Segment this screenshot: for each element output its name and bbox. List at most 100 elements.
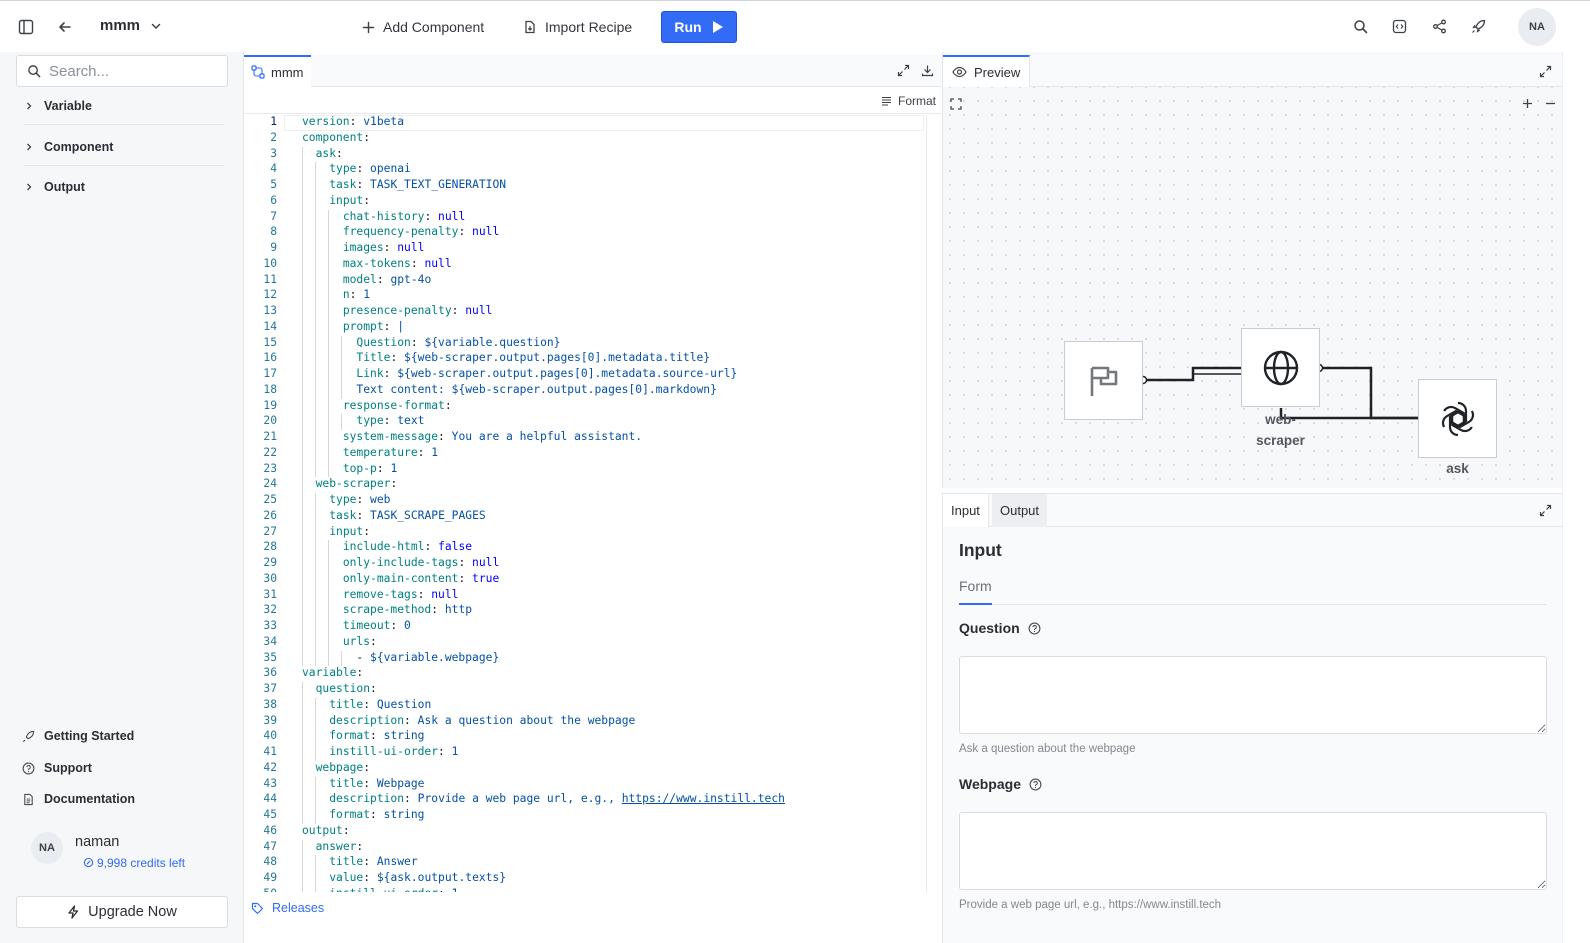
line-number: 27 bbox=[263, 524, 277, 538]
code-line[interactable]: 23 top-p: 1 bbox=[244, 462, 926, 478]
code-line[interactable]: 39 description: Ask a question about the… bbox=[244, 714, 926, 730]
back-arrow-icon[interactable] bbox=[57, 19, 73, 35]
code-line[interactable]: 6 input: bbox=[244, 194, 926, 210]
code-line[interactable]: 49 value: ${ask.output.texts} bbox=[244, 871, 926, 887]
code-line[interactable]: 4 type: openai bbox=[244, 162, 926, 178]
line-number: 11 bbox=[263, 272, 277, 286]
code-line[interactable]: 27 input: bbox=[244, 525, 926, 541]
form-subtab[interactable]: Form bbox=[959, 578, 992, 594]
indent-guide bbox=[315, 335, 317, 352]
search-input[interactable] bbox=[49, 62, 209, 80]
search-icon[interactable] bbox=[1353, 19, 1368, 34]
releases-link[interactable]: Releases bbox=[251, 901, 324, 915]
share-icon[interactable] bbox=[1432, 19, 1447, 34]
code-line[interactable]: 46 output: bbox=[244, 824, 926, 840]
code-line[interactable]: 43 title: Webpage bbox=[244, 777, 926, 793]
deploy-rocket-icon[interactable] bbox=[1471, 19, 1486, 34]
code-line[interactable]: 15 Question: ${variable.question} bbox=[244, 336, 926, 352]
code-line[interactable]: 30 only-main-content: true bbox=[244, 572, 926, 588]
expand-icon[interactable] bbox=[897, 64, 910, 77]
pipeline-selector[interactable]: mmm bbox=[100, 17, 162, 34]
sidebar-section-component[interactable]: Component bbox=[24, 128, 224, 166]
getting-started-link[interactable]: Getting Started bbox=[22, 729, 134, 743]
code-line[interactable]: 40 format: string bbox=[244, 729, 926, 745]
user-avatar[interactable]: NA bbox=[1518, 8, 1556, 46]
help-circle-icon[interactable] bbox=[1029, 778, 1042, 791]
code-line[interactable]: 38 title: Question bbox=[244, 698, 926, 714]
editor-tab-mmm[interactable]: mmm bbox=[244, 55, 311, 87]
upgrade-now-button[interactable]: Upgrade Now bbox=[16, 896, 228, 928]
code-line[interactable]: 33 timeout: 0 bbox=[244, 619, 926, 635]
run-button[interactable]: Run bbox=[661, 11, 737, 43]
sidebar-section-output[interactable]: Output bbox=[24, 168, 224, 206]
code-line[interactable]: 10 max-tokens: null bbox=[244, 257, 926, 273]
code-line[interactable]: 3 ask: bbox=[244, 147, 926, 163]
code-line[interactable]: 5 task: TASK_TEXT_GENERATION bbox=[244, 178, 926, 194]
code-line[interactable]: 34 urls: bbox=[244, 635, 926, 651]
webpage-textarea[interactable] bbox=[959, 812, 1547, 890]
code-line[interactable]: 2 component: bbox=[244, 131, 926, 147]
code-line[interactable]: 41 instill-ui-order: 1 bbox=[244, 745, 926, 761]
code-line[interactable]: 24 web-scraper: bbox=[244, 477, 926, 493]
expand-icon[interactable] bbox=[1539, 504, 1552, 517]
tab-output[interactable]: Output bbox=[992, 494, 1048, 527]
indent-guide bbox=[302, 524, 303, 541]
code-line[interactable]: 13 presence-penalty: null bbox=[244, 304, 926, 320]
code-line[interactable]: 8 frequency-penalty: null bbox=[244, 225, 926, 241]
help-circle-icon[interactable] bbox=[1028, 622, 1041, 635]
editor-scrollbar[interactable] bbox=[926, 115, 940, 892]
code-line[interactable]: 50 instill-ui-order: 1 bbox=[244, 887, 926, 892]
code-line[interactable]: 17 Link: ${web-scraper.output.pages[0].m… bbox=[244, 367, 926, 383]
code-line[interactable]: 18 Text content: ${web-scraper.output.pa… bbox=[244, 383, 926, 399]
add-component-button[interactable]: Add Component bbox=[362, 11, 484, 43]
code-line[interactable]: 9 images: null bbox=[244, 241, 926, 257]
code-text: webpage: bbox=[315, 760, 371, 774]
code-line[interactable]: 44 description: Provide a web page url, … bbox=[244, 792, 926, 808]
code-line[interactable]: 37 question: bbox=[244, 682, 926, 698]
code-line[interactable]: 7 chat-history: null bbox=[244, 210, 926, 226]
code-line[interactable]: 16 Title: ${web-scraper.output.pages[0].… bbox=[244, 351, 926, 367]
code-view-icon[interactable] bbox=[1392, 19, 1407, 34]
code-line[interactable]: 20 type: text bbox=[244, 414, 926, 430]
support-link[interactable]: Support bbox=[22, 761, 92, 775]
code-line[interactable]: 21 system-message: You are a helpful ass… bbox=[244, 430, 926, 446]
code-line[interactable]: 12 n: 1 bbox=[244, 288, 926, 304]
code-line[interactable]: 29 only-include-tags: null bbox=[244, 556, 926, 572]
code-text: description: Provide a web page url, e.g… bbox=[329, 792, 785, 806]
code-line[interactable]: 19 response-format: bbox=[244, 399, 926, 415]
code-area[interactable]: 1 version: v1beta 2 component: 3 ask: 4 type:… bbox=[244, 115, 926, 892]
tab-input[interactable]: Input bbox=[943, 494, 989, 527]
code-line[interactable]: 47 answer: bbox=[244, 840, 926, 856]
web-scraper-node[interactable] bbox=[1241, 328, 1320, 407]
code-line[interactable]: 45 format: string bbox=[244, 808, 926, 824]
search-box[interactable] bbox=[16, 55, 228, 87]
code-line[interactable]: 26 task: TASK_SCRAPE_PAGES bbox=[244, 509, 926, 525]
line-number: 22 bbox=[263, 445, 277, 459]
download-icon[interactable] bbox=[921, 64, 934, 77]
sidebar-section-variable[interactable]: Variable bbox=[24, 87, 224, 125]
code-line[interactable]: 35 - ${variable.webpage} bbox=[244, 651, 926, 667]
user-profile[interactable]: NA naman 9,998 credits left bbox=[31, 827, 231, 877]
question-textarea[interactable] bbox=[959, 656, 1547, 734]
code-line[interactable]: 48 title: Answer bbox=[244, 855, 926, 871]
indent-guide bbox=[341, 382, 343, 399]
code-line[interactable]: 36 variable: bbox=[244, 666, 926, 682]
format-button[interactable]: Format bbox=[881, 94, 936, 108]
code-line[interactable]: 28 include-html: false bbox=[244, 540, 926, 556]
sidebar-toggle-icon[interactable] bbox=[18, 19, 34, 35]
code-line[interactable]: 25 type: web bbox=[244, 493, 926, 509]
ask-node[interactable] bbox=[1418, 379, 1497, 458]
import-recipe-button[interactable]: Import Recipe bbox=[523, 11, 632, 43]
webpage-field-label: Webpage bbox=[959, 776, 1042, 792]
documentation-link[interactable]: Documentation bbox=[22, 792, 135, 806]
variable-node[interactable] bbox=[1064, 341, 1143, 420]
code-line[interactable]: 1 version: v1beta bbox=[244, 115, 926, 131]
right-edge-scrollbar[interactable] bbox=[1562, 52, 1590, 943]
code-text: type: text bbox=[356, 414, 425, 428]
code-line[interactable]: 14 prompt: | bbox=[244, 320, 926, 336]
code-line[interactable]: 32 scrape-method: http bbox=[244, 603, 926, 619]
code-line[interactable]: 11 model: gpt-4o bbox=[244, 273, 926, 289]
code-line[interactable]: 42 webpage: bbox=[244, 761, 926, 777]
code-line[interactable]: 22 temperature: 1 bbox=[244, 446, 926, 462]
code-line[interactable]: 31 remove-tags: null bbox=[244, 588, 926, 604]
